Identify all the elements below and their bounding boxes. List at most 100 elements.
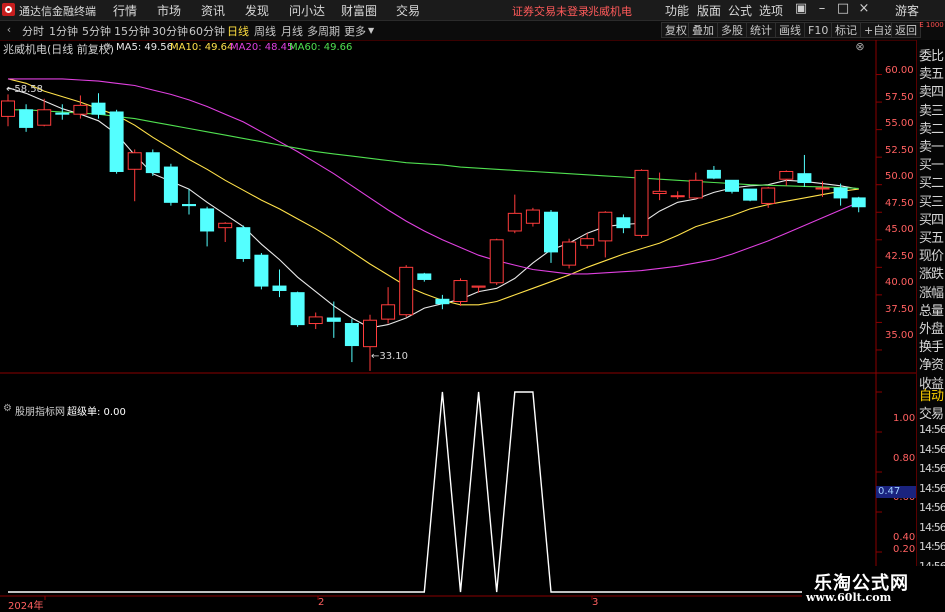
quote-field-label: 净资 bbox=[919, 358, 944, 374]
app-logo-icon bbox=[2, 3, 15, 16]
menu-layout[interactable]: 版面 bbox=[697, 2, 721, 19]
tab-monthly[interactable]: 月线 bbox=[281, 23, 303, 39]
candle-body bbox=[326, 317, 341, 322]
chevron-left-icon[interactable]: ‹ bbox=[2, 23, 16, 37]
candle-body bbox=[55, 112, 70, 115]
y-tick: 50.00 bbox=[885, 171, 914, 182]
quote-field-label: 委比 bbox=[919, 49, 944, 64]
candle bbox=[525, 207, 540, 227]
tick-time: 14:56 bbox=[919, 520, 945, 534]
tab-30min[interactable]: 30分钟 bbox=[152, 23, 188, 39]
candle-body bbox=[1, 100, 15, 117]
menu-market[interactable]: 市场 bbox=[157, 2, 181, 19]
candle bbox=[670, 191, 685, 200]
multi-stock-button[interactable]: 多股 bbox=[717, 22, 747, 38]
back-button[interactable]: 返回 bbox=[891, 22, 921, 38]
candle bbox=[381, 287, 396, 324]
quote-field-label: 外盘 bbox=[919, 322, 944, 337]
tab-more[interactable]: 更多 bbox=[344, 23, 366, 39]
trade-button[interactable]: 交易 bbox=[919, 403, 944, 422]
skin-icon[interactable]: ▣ bbox=[791, 1, 811, 16]
menu-news[interactable]: 资讯 bbox=[201, 2, 225, 19]
candle bbox=[417, 272, 432, 282]
sub-indicator-name[interactable]: 股朋指标网 bbox=[15, 403, 65, 418]
tab-60min[interactable]: 60分钟 bbox=[189, 23, 225, 39]
candle-body bbox=[562, 241, 577, 266]
tick-time: 14:56 bbox=[919, 540, 945, 553]
menu-discover[interactable]: 发现 bbox=[245, 2, 269, 19]
tab-timeshare[interactable]: 分时 bbox=[22, 23, 44, 39]
tab-5min[interactable]: 5分钟 bbox=[82, 23, 111, 39]
mark-button[interactable]: 标记 bbox=[831, 22, 861, 38]
overlay-button[interactable]: 叠加 bbox=[688, 22, 718, 38]
kline-chart[interactable] bbox=[0, 40, 916, 609]
candle bbox=[19, 104, 34, 132]
candle bbox=[652, 172, 667, 201]
candle bbox=[706, 165, 721, 180]
tab-1min[interactable]: 1分钟 bbox=[49, 23, 78, 39]
low-marker: ←33.10 bbox=[371, 351, 409, 362]
candle-body bbox=[272, 285, 287, 291]
high-marker: ←58.58 bbox=[6, 84, 44, 95]
y-tick: 37.50 bbox=[885, 304, 914, 315]
menu-quotes[interactable]: 行情 bbox=[113, 2, 137, 19]
quote-field-label: 卖一 bbox=[919, 140, 944, 155]
quote-field-label: 卖四 bbox=[919, 85, 944, 101]
tick-time: 14:56 bbox=[919, 481, 945, 495]
candle-body bbox=[507, 212, 522, 232]
candle-body bbox=[670, 195, 685, 198]
login-warning[interactable]: 证券交易未登录 bbox=[512, 3, 589, 19]
menu-function[interactable]: 功能 bbox=[665, 2, 689, 19]
y-tick: 42.50 bbox=[885, 251, 914, 262]
y-tick: 57.50 bbox=[885, 92, 914, 103]
minimize-icon[interactable]: – bbox=[812, 1, 832, 16]
tab-daily[interactable]: 日线 bbox=[227, 23, 249, 39]
candle-body bbox=[688, 179, 703, 199]
candle-body bbox=[91, 102, 106, 115]
candle-body bbox=[182, 204, 196, 207]
menu-ask[interactable]: 问小达 bbox=[289, 2, 325, 19]
auto-trade-toggle[interactable]: 自动 bbox=[919, 385, 944, 404]
candle bbox=[254, 253, 269, 290]
high-value: 58.58 bbox=[14, 84, 44, 95]
candle-body bbox=[145, 152, 160, 174]
tab-15min[interactable]: 15分钟 bbox=[114, 23, 150, 39]
quote-field-label: 涨跌 bbox=[919, 267, 944, 283]
candle bbox=[761, 186, 776, 208]
main-chart-area bbox=[1, 78, 866, 371]
statistics-button[interactable]: 统计 bbox=[746, 22, 776, 38]
candle-body bbox=[344, 323, 359, 347]
menu-formula[interactable]: 公式 bbox=[728, 2, 752, 19]
draw-line-button[interactable]: 画线 bbox=[775, 22, 805, 38]
candle-body bbox=[109, 111, 124, 172]
guest-label[interactable]: 游客 bbox=[895, 2, 919, 19]
tab-multi-period[interactable]: 多周期 bbox=[307, 23, 340, 39]
ma-line-ma20 bbox=[8, 78, 859, 275]
y-tick: 45.00 bbox=[885, 224, 914, 235]
date-label: 2024年 bbox=[8, 601, 44, 612]
candle bbox=[399, 265, 414, 317]
candle-body bbox=[453, 280, 468, 302]
sub-settings-icon[interactable]: ⚙ bbox=[3, 403, 12, 414]
menu-options[interactable]: 选项 bbox=[759, 2, 783, 19]
candle bbox=[725, 179, 739, 194]
y-tick: 35.00 bbox=[885, 330, 914, 341]
candle bbox=[363, 314, 377, 371]
title-stock-name: 兆威机电 bbox=[588, 5, 632, 18]
quote-field-label: 买四 bbox=[919, 212, 944, 228]
maximize-icon[interactable]: □ bbox=[833, 1, 853, 16]
menu-wealth[interactable]: 财富圈 bbox=[341, 2, 377, 19]
menu-trade[interactable]: 交易 bbox=[396, 2, 420, 19]
candle bbox=[453, 278, 468, 306]
candle-body bbox=[815, 187, 830, 190]
dropdown-icon[interactable]: ▼ bbox=[368, 26, 374, 35]
ma-line-ma5 bbox=[7, 87, 859, 329]
candle-body bbox=[598, 211, 613, 242]
f10-button[interactable]: F10 bbox=[804, 22, 833, 38]
candle bbox=[471, 285, 486, 293]
close-icon[interactable]: × bbox=[854, 1, 874, 16]
y-tick: 40.00 bbox=[885, 277, 914, 288]
candle-body bbox=[471, 285, 486, 288]
adjust-button[interactable]: 复权 bbox=[661, 22, 691, 38]
tab-weekly[interactable]: 周线 bbox=[254, 23, 276, 39]
